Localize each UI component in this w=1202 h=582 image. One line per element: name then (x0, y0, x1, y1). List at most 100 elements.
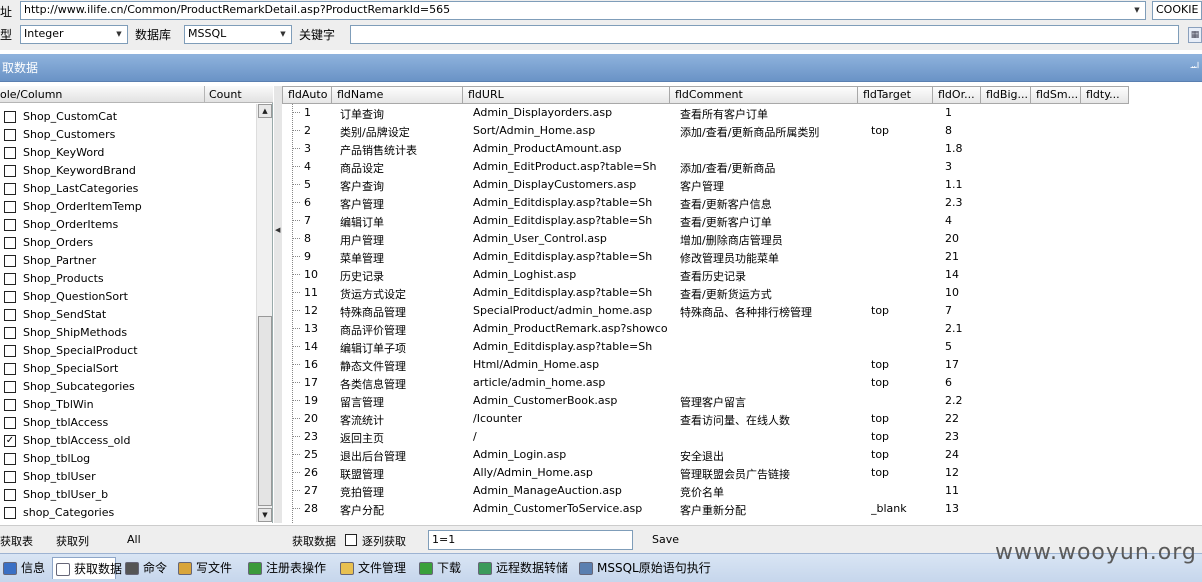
table-checkbox[interactable] (4, 489, 16, 501)
table-list-item[interactable]: Shop_tblUser_b (0, 486, 255, 504)
column-header-fldname[interactable]: fldName (332, 86, 463, 104)
get-columns-button[interactable]: 获取列 (56, 533, 89, 549)
table-column-header[interactable]: ole/Column (0, 88, 62, 101)
table-row[interactable]: 16 静态文件管理 Html/Admin_Home.asp top 17 (282, 356, 1202, 374)
table-checkbox[interactable] (4, 453, 16, 465)
table-list-item[interactable]: Shop_Partner (0, 252, 255, 270)
table-list-item[interactable]: Shop_OrderItems (0, 216, 255, 234)
url-input[interactable]: http://www.ilife.cn/Common/ProductRemark… (20, 1, 1146, 20)
table-list-item[interactable]: Shop_Customers (0, 126, 255, 144)
count-column-header[interactable]: Count (209, 88, 242, 101)
column-header-fldauto[interactable]: fldAuto (282, 86, 332, 104)
options-icon[interactable]: ▦ (1188, 27, 1202, 43)
table-list-item[interactable]: Shop_tblAccess (0, 414, 255, 432)
tab-folder[interactable]: 文件管理 (337, 557, 409, 579)
get-tables-button[interactable]: 获取表 (0, 533, 33, 549)
table-list-item[interactable]: Shop_SendStat (0, 306, 255, 324)
scroll-up-icon[interactable]: ▲ (258, 104, 272, 118)
table-list-item[interactable]: Shop_tblUser (0, 468, 255, 486)
chevron-down-icon[interactable]: ▼ (1130, 3, 1144, 17)
table-list-item[interactable]: Shop_CustomCat (0, 108, 255, 126)
table-checkbox[interactable] (4, 183, 16, 195)
tab-sql[interactable]: MSSQL原始语句执行 (576, 557, 712, 579)
column-header-fldsm[interactable]: fldSm... (1031, 86, 1081, 104)
tab-data[interactable]: 获取数据 (52, 557, 122, 579)
table-checkbox[interactable] (4, 309, 16, 321)
collapse-left-icon[interactable]: ◀ (275, 226, 280, 234)
type-select[interactable]: Integer ▼ (20, 25, 128, 44)
table-row[interactable]: 8 用户管理 Admin_User_Control.asp 增加/删除商店管理员 20 (282, 230, 1202, 248)
scroll-thumb[interactable] (258, 316, 272, 506)
db-select[interactable]: MSSQL ▼ (184, 25, 292, 44)
table-row[interactable]: 12 特殊商品管理 SpecialProduct/admin_home.asp 特殊商… (282, 302, 1202, 320)
table-row[interactable]: 9 菜单管理 Admin_Editdisplay.asp?table=Sh 修改管理员… (282, 248, 1202, 266)
tab-write-file[interactable]: 写文件 (175, 557, 237, 579)
table-checkbox[interactable] (4, 381, 16, 393)
table-checkbox[interactable] (4, 219, 16, 231)
table-checkbox[interactable] (4, 291, 16, 303)
table-row[interactable]: 26 联盟管理 Ally/Admin_Home.asp 管理联盟会员广告链接 top 12 (282, 464, 1202, 482)
chevron-down-icon[interactable]: ▼ (276, 27, 290, 41)
table-checkbox[interactable] (4, 237, 16, 249)
table-row[interactable]: 19 留言管理 Admin_CustomerBook.asp 管理客户留言 2.2 (282, 392, 1202, 410)
table-checkbox[interactable] (4, 255, 16, 267)
tab-info[interactable]: 信息 (0, 557, 45, 579)
scroll-down-icon[interactable]: ▼ (258, 508, 272, 522)
table-list-item[interactable]: Shop_LastCategories (0, 180, 255, 198)
table-row[interactable]: 13 商品评价管理 Admin_ProductRemark.asp?showco 2.… (282, 320, 1202, 338)
table-checkbox[interactable] (4, 147, 16, 159)
cookie-field[interactable]: COOKIE (1152, 1, 1202, 20)
table-row[interactable]: 10 历史记录 Admin_Loghist.asp 查看历史记录 14 (282, 266, 1202, 284)
table-row[interactable]: 23 返回主页 / top 23 (282, 428, 1202, 446)
table-row[interactable]: 7 编辑订单 Admin_Editdisplay.asp?table=Sh 查看/更新… (282, 212, 1202, 230)
table-list-item[interactable]: Shop_SpecialSort (0, 360, 255, 378)
table-row[interactable]: 2 类别/品牌设定 Sort/Admin_Home.asp 添加/查看/更新商品所属类… (282, 122, 1202, 140)
table-checkbox[interactable] (4, 471, 16, 483)
table-list-item[interactable]: ✓ Shop_tblAccess_old (0, 432, 255, 450)
table-row[interactable]: 1 订单查询 Admin_Displayorders.asp 查看所有客户订单 1 (282, 104, 1202, 122)
table-list-item[interactable]: Shop_tblLog (0, 450, 255, 468)
table-list-item[interactable]: Shop_KeyWord (0, 144, 255, 162)
save-button[interactable]: Save (652, 533, 679, 546)
table-checkbox[interactable] (4, 363, 16, 375)
table-row[interactable]: 20 客流统计/Icounter 查看访问量、在线人数 top 22 (282, 410, 1202, 428)
table-row[interactable]: 5 客户查询 Admin_DisplayCustomers.asp 客户管理 1.1 (282, 176, 1202, 194)
table-row[interactable]: 3 产品销售统计表 Admin_ProductAmount.asp 1.8 (282, 140, 1202, 158)
table-checkbox[interactable] (4, 201, 16, 213)
column-header-fldurl[interactable]: fldURL (463, 86, 670, 104)
table-list-item[interactable]: Shop_SpecialProduct (0, 342, 255, 360)
table-row[interactable]: 14 编辑订单子项 Admin_Editdisplay.asp?table=Sh 5 (282, 338, 1202, 356)
table-list-item[interactable]: shop_Categories (0, 504, 255, 522)
table-row[interactable]: 11 货运方式设定 Admin_Editdisplay.asp?table=Sh 查看… (282, 284, 1202, 302)
table-list-item[interactable]: Shop_ShipMethods (0, 324, 255, 342)
table-checkbox[interactable]: ✓ (4, 435, 16, 447)
table-checkbox[interactable] (4, 129, 16, 141)
get-data-button[interactable]: 获取数据 (292, 533, 336, 549)
keyword-input[interactable] (350, 25, 1179, 44)
table-list-scrollbar[interactable]: ▲ ▼ (256, 104, 272, 522)
table-checkbox[interactable] (4, 165, 16, 177)
table-checkbox[interactable] (4, 417, 16, 429)
row-by-row-checkbox[interactable] (345, 534, 357, 546)
table-row[interactable]: 6 客户管理 Admin_Editdisplay.asp?table=Sh 查看/更新… (282, 194, 1202, 212)
table-row[interactable]: 25 退出后台管理 Admin_Login.asp 安全退出 top 24 (282, 446, 1202, 464)
tab-download[interactable]: 下载 (416, 557, 468, 579)
table-checkbox[interactable] (4, 345, 16, 357)
pin-icon[interactable]: ᆈ (1190, 54, 1200, 82)
chevron-down-icon[interactable]: ▼ (112, 27, 126, 41)
table-list-item[interactable]: Shop_Products (0, 270, 255, 288)
table-list-item[interactable]: Shop_Orders (0, 234, 255, 252)
table-list-item[interactable]: Shop_Subcategories (0, 378, 255, 396)
table-row[interactable]: 27 竞拍管理 Admin_ManageAuction.asp 竞价名单 11 (282, 482, 1202, 500)
table-list-item[interactable]: Shop_TblWin (0, 396, 255, 414)
table-checkbox[interactable] (4, 111, 16, 123)
tab-command[interactable]: 命令 (122, 557, 168, 579)
all-button[interactable]: All (127, 533, 141, 546)
column-header-fldty[interactable]: fldty... (1081, 86, 1129, 104)
table-row[interactable]: 17 各类信息管理 article/admin_home.asp top 6 (282, 374, 1202, 392)
table-list-item[interactable]: Shop_QuestionSort (0, 288, 255, 306)
panel-splitter[interactable]: ◀ (274, 86, 282, 523)
column-header-fldcomment[interactable]: fldComment (670, 86, 858, 104)
table-checkbox[interactable] (4, 399, 16, 411)
tab-globe[interactable]: 远程数据转储 (475, 557, 571, 579)
